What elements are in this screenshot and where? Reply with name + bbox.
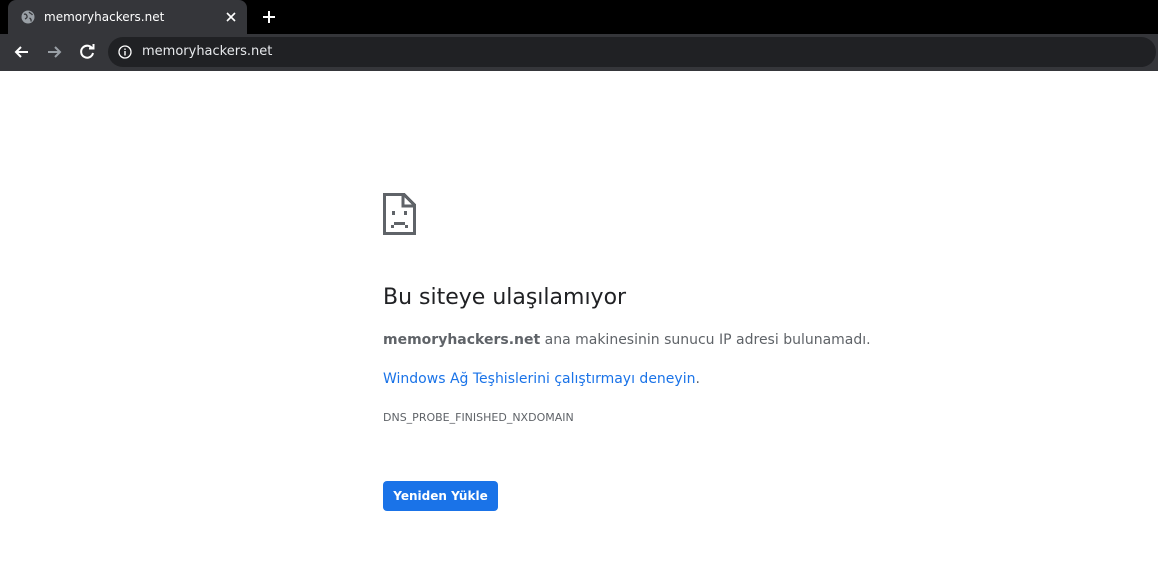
error-host: memoryhackers.net [383, 332, 541, 348]
back-arrow-icon[interactable] [12, 42, 32, 62]
error-page: Bu siteye ulaşılamıyor memoryhackers.net… [0, 71, 1158, 584]
close-icon[interactable] [223, 9, 239, 25]
diagnostics-suffix: . [695, 371, 700, 387]
forward-arrow-icon[interactable] [44, 42, 64, 62]
plus-icon[interactable] [260, 8, 278, 26]
reload-icon[interactable] [77, 42, 97, 62]
tab-strip: memoryhackers.net [0, 0, 1158, 34]
address-url[interactable]: memoryhackers.net [142, 44, 272, 60]
tab-title: memoryhackers.net [44, 10, 165, 24]
error-description: memoryhackers.net ana makinesinin sunucu… [383, 330, 871, 350]
error-code: DNS_PROBE_FINISHED_NXDOMAIN [383, 411, 574, 424]
toolbar: memoryhackers.net [0, 34, 1158, 71]
tab-memoryhackers[interactable]: memoryhackers.net [8, 0, 247, 34]
address-bar[interactable]: memoryhackers.net [108, 37, 1156, 67]
sad-document-icon [383, 193, 416, 235]
info-icon[interactable] [118, 45, 132, 59]
diagnostics-link[interactable]: Windows Ağ Teşhislerini çalıştırmayı den… [383, 371, 695, 387]
error-description-text: ana makinesinin sunucu IP adresi bulunam… [540, 332, 871, 348]
globe-icon [21, 10, 35, 24]
diagnostics-line: Windows Ağ Teşhislerini çalıştırmayı den… [383, 369, 700, 389]
reload-button[interactable]: Yeniden Yükle [383, 481, 498, 511]
error-heading: Bu siteye ulaşılamıyor [383, 285, 627, 310]
